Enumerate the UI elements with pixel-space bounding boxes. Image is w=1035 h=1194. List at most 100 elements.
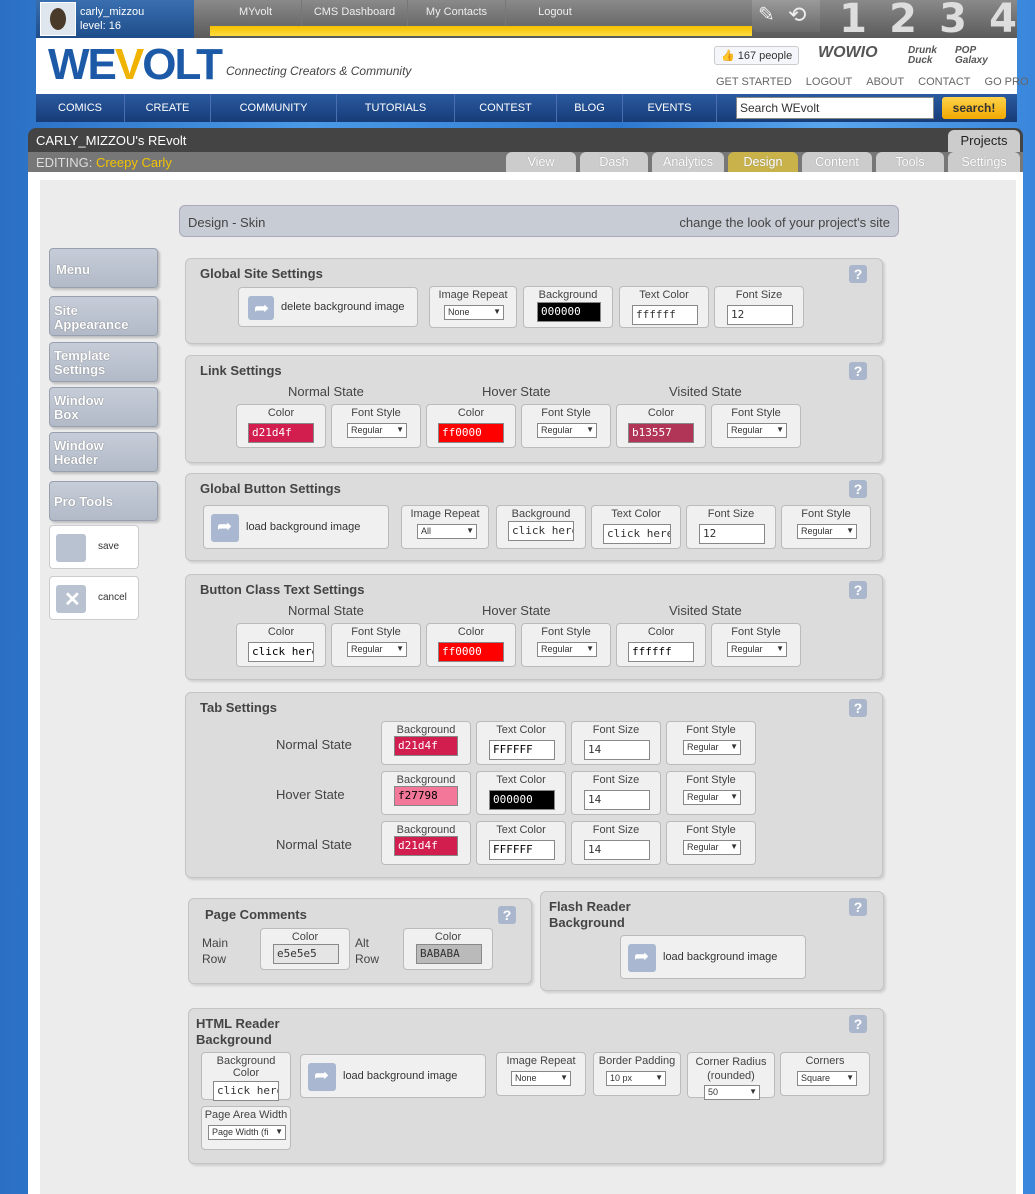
tab-text-color-input[interactable]: FFFFFF [489,740,555,760]
tab-bg-color-input[interactable]: d21d4f [394,736,458,756]
tab-dash[interactable]: Dash [580,152,648,172]
flash-load-background-button[interactable]: load background image [620,935,806,979]
brand-wowio[interactable]: WOWIO [818,44,878,62]
image-repeat-select[interactable]: None [444,305,504,320]
delete-background-button[interactable]: delete background image [238,287,418,327]
sidebar-item-window-box[interactable]: Window Box [49,387,158,427]
tab-font-style-select[interactable]: Regular [683,790,741,805]
nav-blog[interactable]: BLOG [557,94,623,122]
tab-font-size-input[interactable]: 14 [584,790,650,810]
link-about[interactable]: ABOUT [866,76,904,88]
button_class-font-style-select[interactable]: Regular [537,642,597,657]
link-font-style-select[interactable]: Regular [727,423,787,438]
help-icon[interactable]: ? [849,581,867,599]
step-3[interactable]: 3 [939,0,967,39]
main-row-color-input[interactable]: e5e5e5 [273,944,339,964]
sidebar-item-site-appearance[interactable]: Site Appearance [49,296,158,336]
sidebar-item-template-settings[interactable]: Template Settings [49,342,158,382]
button-font-size-input[interactable]: 12 [699,524,765,544]
link-contact[interactable]: CONTACT [918,76,970,88]
tab-content[interactable]: Content [802,152,872,172]
button-font-style-select[interactable]: Regular [797,524,857,539]
step-2[interactable]: 2 [889,0,917,39]
link-color-input[interactable]: b13557 [628,423,694,443]
button-text-color-input[interactable]: click here fo [603,524,671,544]
search-button[interactable]: search! [942,97,1006,119]
tab-font-style-select[interactable]: Regular [683,840,741,855]
button-bg-color-input[interactable]: click here fo [508,521,574,541]
nav-tutorials[interactable]: TUTORIALS [337,94,455,122]
html-bg-color-input[interactable]: click here fo [213,1081,279,1101]
corners-select[interactable]: Square [797,1071,857,1086]
text-color-input[interactable]: ffffff [632,305,698,325]
pencil-icon[interactable]: ✎ [758,2,775,27]
button_class-font-style-select[interactable]: Regular [727,642,787,657]
link-go-pro[interactable]: GO PRO [985,76,1029,88]
help-icon[interactable]: ? [849,362,867,380]
link-color-input[interactable]: ff0000 [438,423,504,443]
border-padding-select[interactable]: 10 px [606,1071,666,1086]
help-icon[interactable]: ? [849,265,867,283]
wevolt-logo[interactable]: WEVOLT [48,40,223,90]
sidebar-item-pro-tools[interactable]: Pro Tools [49,481,158,521]
tab-analytics[interactable]: Analytics [652,152,724,172]
link-color-input[interactable]: d21d4f [248,423,314,443]
sidebar-item-menu[interactable]: Menu [49,248,158,288]
top-nav-logout[interactable]: Logout [506,0,604,26]
brand-pop-galaxy[interactable]: POP Galaxy [955,46,1003,66]
alt-row-color-input[interactable]: BABABA [416,944,482,964]
link-get-started[interactable]: GET STARTED [716,76,792,88]
tab-tools[interactable]: Tools [876,152,944,172]
save-button[interactable]: save [49,525,139,569]
page-width-select[interactable]: Page Width (fi [208,1125,286,1140]
button_class-font-style-select[interactable]: Regular [347,642,407,657]
nav-contest[interactable]: CONTEST [455,94,557,122]
nav-create[interactable]: CREATE [125,94,211,122]
tab-settings[interactable]: Settings [948,152,1020,172]
tab-bg-color-input[interactable]: f27798 [394,786,458,806]
tab-view[interactable]: View [506,152,576,172]
help-icon[interactable]: ? [849,699,867,717]
tab-text-color-input[interactable]: FFFFFF [489,840,555,860]
help-icon[interactable]: ? [849,1015,867,1033]
help-icon[interactable]: ? [849,898,867,916]
button_class-color-input[interactable]: ff0000 [438,642,504,662]
search-input[interactable]: Search WEvolt [736,97,934,119]
top-nav-cms-dashboard[interactable]: CMS Dashboard [302,0,408,26]
link-font-style-select[interactable]: Regular [347,423,407,438]
cancel-button[interactable]: ✕ cancel [49,576,139,620]
nav-comics[interactable]: COMICS [36,94,125,122]
tab-text-color-input[interactable]: 000000 [489,790,555,810]
tab-font-size-input[interactable]: 14 [584,740,650,760]
brand-drunk-duck[interactable]: Drunk Duck [908,46,944,66]
link-font-style-select[interactable]: Regular [537,423,597,438]
step-4[interactable]: 4 [989,0,1017,39]
help-icon[interactable]: ? [849,480,867,498]
html-image-repeat-select[interactable]: None [511,1071,571,1086]
editing-project-name[interactable]: Creepy Carly [96,155,172,170]
help-icon[interactable]: ? [498,906,516,924]
corner-radius-select[interactable]: 50 [704,1085,760,1100]
nav-community[interactable]: COMMUNITY [211,94,337,122]
html-load-background-button[interactable]: load background image [300,1054,486,1098]
button-image-repeat-select[interactable]: All [417,524,477,539]
tab-design[interactable]: Design [728,152,798,172]
tab-font-size-input[interactable]: 14 [584,840,650,860]
load-background-button[interactable]: load background image [203,505,389,549]
tab-bg-color-input[interactable]: d21d4f [394,836,458,856]
avatar[interactable] [40,2,76,36]
tab-font-style-select[interactable]: Regular [683,740,741,755]
button_class-color-input[interactable]: ffffff [628,642,694,662]
projects-tab[interactable]: Projects [948,130,1020,152]
nav-events[interactable]: EVENTS [623,94,717,122]
history-icon[interactable]: ⟲ [788,2,806,28]
font-size-input[interactable]: 12 [727,305,793,325]
top-nav-my-contacts[interactable]: My Contacts [408,0,506,26]
link-logout[interactable]: LOGOUT [806,76,852,88]
username[interactable]: carly_mizzou [80,6,144,18]
button_class-color-input[interactable]: click here fo [248,642,314,662]
bg-color-input[interactable]: 000000 [537,302,601,322]
sidebar-item-window-header[interactable]: Window Header [49,432,158,472]
like-button[interactable]: 👍 167 people [714,46,800,65]
top-nav-myvolt[interactable]: MYvolt [210,0,302,26]
